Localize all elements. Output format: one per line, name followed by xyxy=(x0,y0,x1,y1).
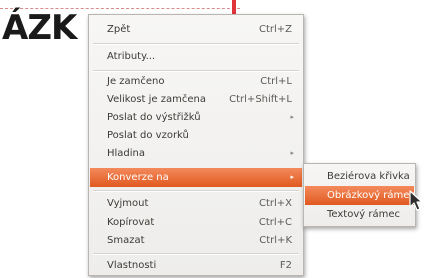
submenu-item-label: Obrázkový rámec xyxy=(327,190,415,201)
menu-item-delete[interactable]: Smazat Ctrl+K xyxy=(90,231,302,250)
menu-item-shortcut: Ctrl+K xyxy=(259,235,292,246)
menu-item-shortcut: Ctrl+Shift+L xyxy=(229,94,292,105)
menu-item-label: Je zamčeno xyxy=(107,76,165,87)
menu-item-label: Hladina xyxy=(107,148,146,159)
submenu-item-label: Textový rámec xyxy=(327,209,400,220)
submenu-item-label: Beziérova křivka xyxy=(327,171,410,182)
document-text-frame[interactable]: ÁZK xyxy=(2,8,77,48)
menu-item-shortcut: Ctrl+L xyxy=(260,76,292,87)
menu-item-shortcut: Ctrl+X xyxy=(258,198,292,209)
menu-item-undo[interactable]: Zpět Ctrl+Z xyxy=(90,20,302,39)
menu-item-label: Velikost je zamčena xyxy=(107,94,206,105)
menu-item-label: Vyjmout xyxy=(107,198,149,209)
menu-separator xyxy=(93,43,299,45)
app-canvas: ÁZK Zpět Ctrl+Z Atributy... Je zamčeno C… xyxy=(0,0,425,278)
menu-item-label: Konverze na xyxy=(107,172,169,183)
menu-item-label: Atributy... xyxy=(107,51,156,62)
menu-separator xyxy=(93,190,299,192)
menu-item-label: Vlastnosti xyxy=(107,260,157,271)
menu-item-label: Smazat xyxy=(107,235,145,246)
menu-item-shortcut: F2 xyxy=(279,260,292,271)
menu-item-label: Poslat do vzorků xyxy=(107,130,189,141)
menu-item-layer[interactable]: Hladina ▸ xyxy=(90,144,302,163)
submenu-item-text-frame[interactable]: Textový rámec xyxy=(305,205,414,224)
convert-to-submenu: Beziérova křivka Obrázkový rámec Textový… xyxy=(303,163,416,227)
menu-item-lock-size[interactable]: Velikost je zamčena Ctrl+Shift+L xyxy=(90,90,302,109)
menu-item-shortcut: Ctrl+Z xyxy=(258,24,292,35)
menu-item-label: Zpět xyxy=(107,24,131,35)
menu-item-cut[interactable]: Vyjmout Ctrl+X xyxy=(90,194,302,213)
menu-item-attributes[interactable]: Atributy... xyxy=(90,47,302,66)
menu-separator xyxy=(93,253,299,255)
chevron-right-icon: ▸ xyxy=(290,149,294,157)
chevron-right-icon: ▸ xyxy=(290,113,294,121)
menu-item-lock[interactable]: Je zamčeno Ctrl+L xyxy=(90,72,302,91)
menu-item-properties[interactable]: Vlastnosti F2 xyxy=(90,256,302,275)
menu-item-send-to-patterns[interactable]: Poslat do vzorků xyxy=(90,126,302,145)
menu-item-convert-to[interactable]: Konverze na ▸ xyxy=(90,168,302,187)
menu-item-send-to-scrapbook[interactable]: Poslat do výstřižků ▸ xyxy=(90,108,302,127)
menu-item-copy[interactable]: Kopírovat Ctrl+C xyxy=(90,213,302,232)
menu-item-shortcut: Ctrl+C xyxy=(258,217,292,228)
mouse-pointer-icon xyxy=(409,190,423,211)
chevron-right-icon: ▸ xyxy=(290,173,294,181)
menu-item-label: Kopírovat xyxy=(107,217,155,228)
submenu-item-image-frame[interactable]: Obrázkový rámec xyxy=(305,186,415,205)
submenu-item-bezier-curve[interactable]: Beziérova křivka xyxy=(305,167,414,186)
menu-item-label: Poslat do výstřižků xyxy=(107,112,201,123)
context-menu: Zpět Ctrl+Z Atributy... Je zamčeno Ctrl+… xyxy=(88,14,304,276)
